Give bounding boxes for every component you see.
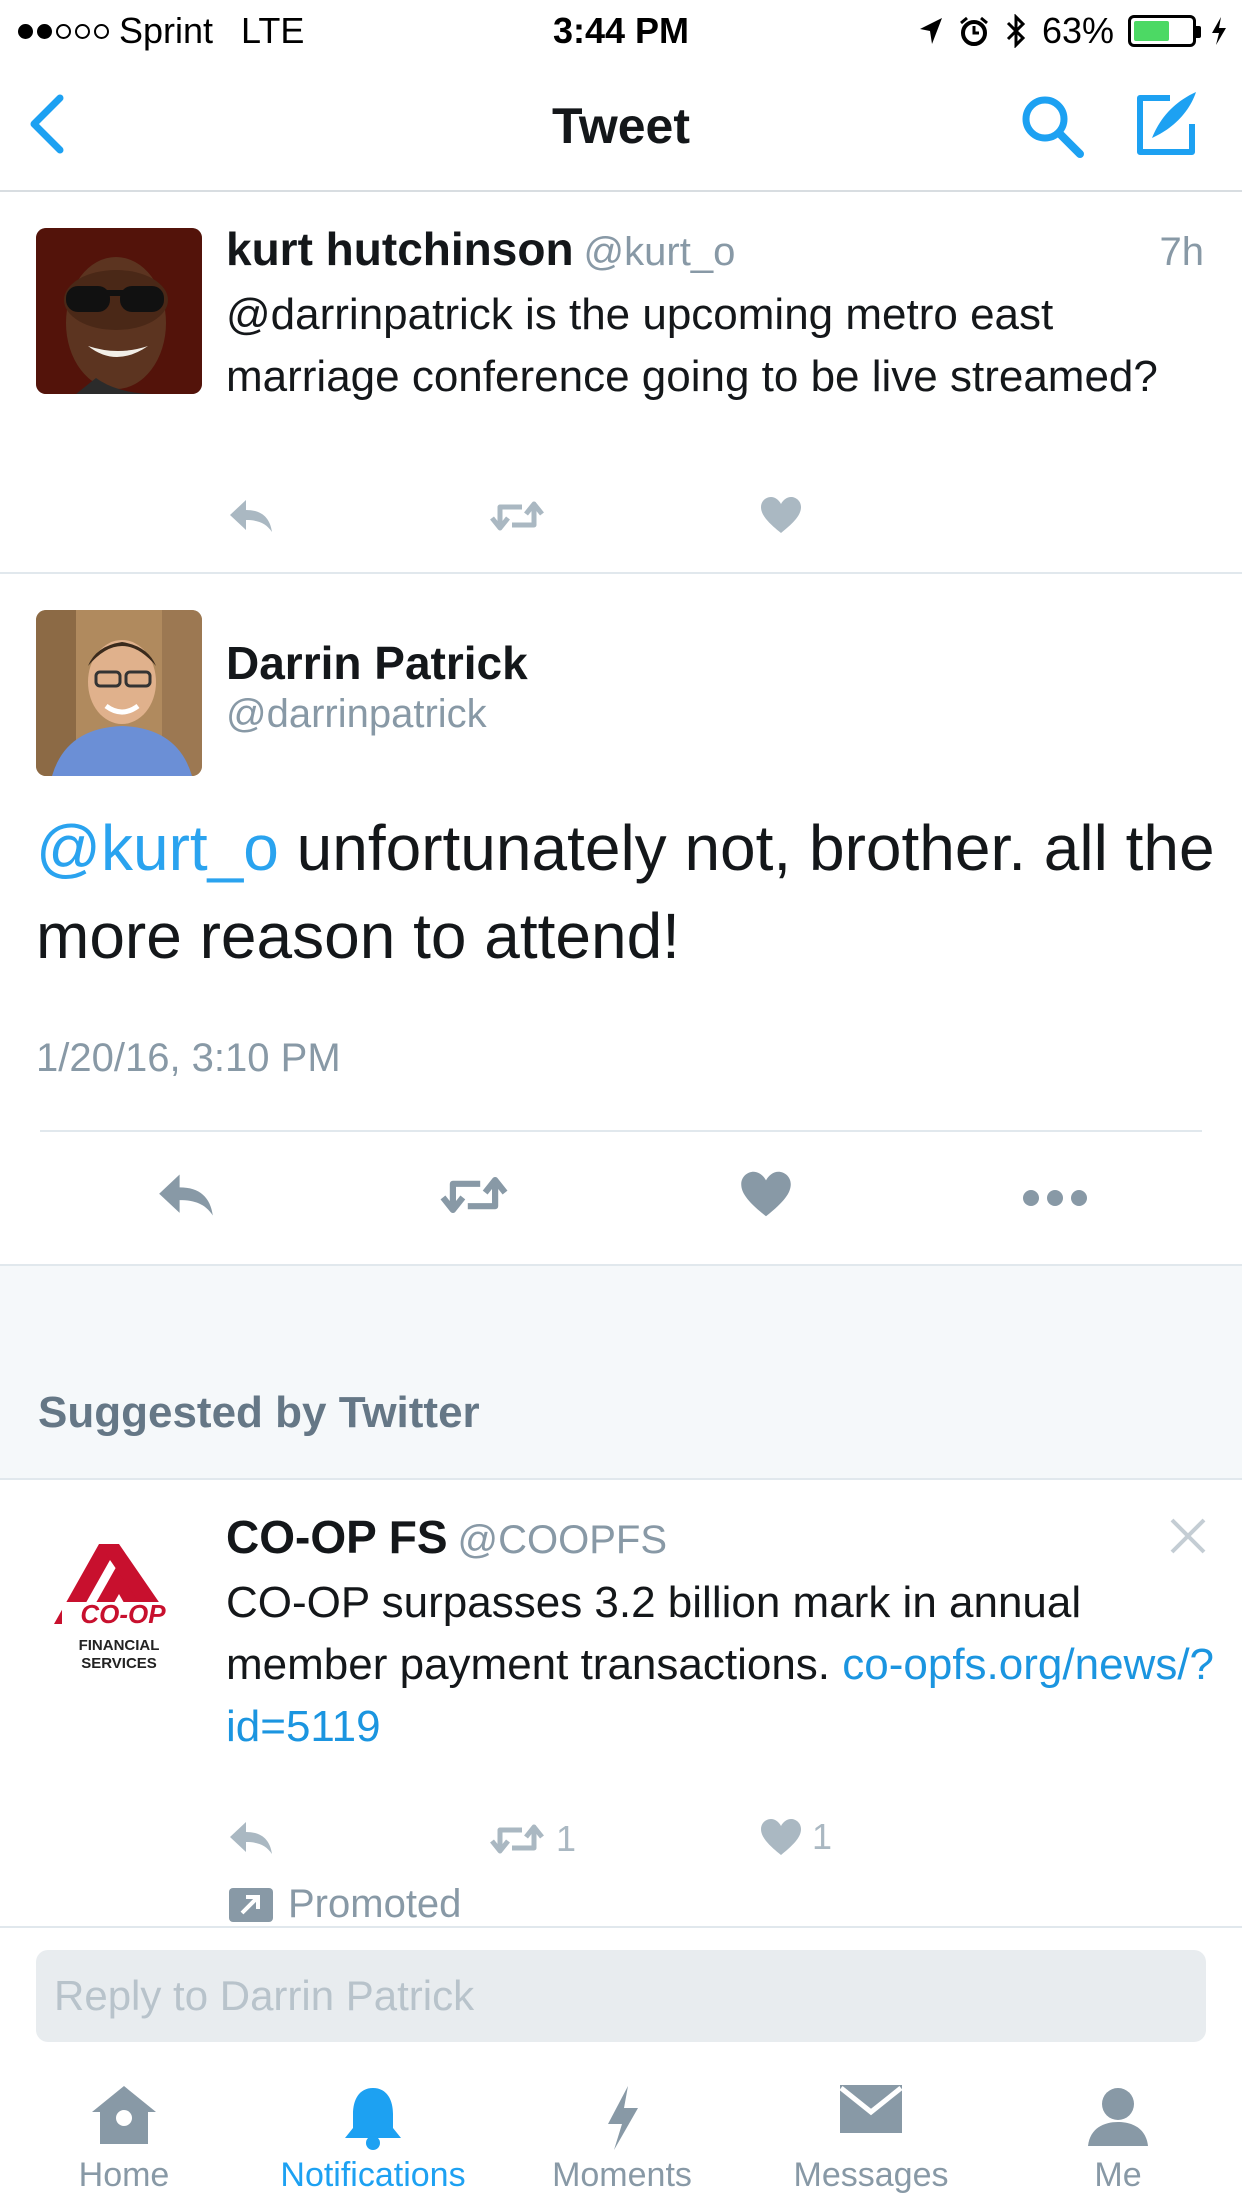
suggested-section-header: Suggested by Twitter (0, 1264, 1242, 1480)
reply-bar (0, 1926, 1242, 2046)
retweet-button[interactable]: 1 (488, 1818, 576, 1860)
promoted-badge: Promoted (228, 1882, 461, 1927)
battery-fill (1134, 21, 1170, 41)
tweet-text: CO-OP surpasses 3.2 billion mark in annu… (226, 1572, 1216, 1758)
like-icon (761, 1819, 801, 1855)
logo-subtext-1: FINANCIAL (79, 1637, 160, 1654)
retweet-icon (490, 1824, 544, 1854)
promoted-tweet[interactable]: CO-OP FINANCIAL SERVICES CO-OP FS @COOPFS… (0, 1480, 1242, 1926)
reply-input[interactable] (36, 1950, 1206, 2042)
reply-icon[interactable] (156, 1172, 216, 1218)
tweet-header: CO-OP FS @COOPFS (226, 1510, 667, 1564)
mention-link[interactable]: @kurt_o (36, 812, 279, 884)
reply-icon[interactable] (228, 498, 274, 534)
bluetooth-icon (1006, 14, 1026, 48)
like-count: 1 (812, 1816, 833, 1857)
compose-tweet-icon[interactable] (1130, 88, 1202, 160)
author-handle[interactable]: @kurt_o (584, 230, 736, 274)
like-button[interactable]: 1 (760, 1816, 832, 1858)
divider (40, 1130, 1202, 1132)
like-icon[interactable] (740, 1170, 792, 1218)
retweet-icon[interactable] (488, 498, 546, 534)
retweet-count: 1 (556, 1818, 577, 1859)
more-icon[interactable] (1022, 1188, 1088, 1208)
author-handle[interactable]: @darrinpatrick (226, 692, 487, 737)
tweet-text: @darrinpatrick is the upcoming metro eas… (226, 290, 1158, 401)
bell-icon (345, 2088, 401, 2150)
author-name[interactable]: kurt hutchinson (226, 223, 574, 275)
avatar[interactable] (36, 228, 202, 394)
nav-bar: Tweet (0, 62, 1242, 192)
tab-home[interactable]: Home (4, 2046, 244, 2208)
author-name[interactable]: CO-OP FS (226, 1511, 448, 1563)
promoted-label: Promoted (288, 1882, 462, 1926)
tab-messages[interactable]: Messages (751, 2046, 991, 2208)
coop-logo[interactable]: CO-OP FINANCIAL SERVICES (44, 1524, 194, 1674)
search-icon[interactable] (1018, 92, 1086, 160)
avatar[interactable] (36, 610, 202, 776)
lightning-icon (608, 2086, 638, 2150)
tweet-text: @kurt_o unfortunately not, brother. all … (36, 804, 1216, 980)
tab-bar: Home Notifications Moments Messages Me (0, 2046, 1242, 2208)
promoted-icon (229, 1887, 273, 1922)
reply-tweet[interactable]: kurt hutchinson @kurt_o 7h @darrinpatrick… (0, 192, 1242, 574)
retweet-icon[interactable] (438, 1172, 510, 1218)
status-right: 63% (918, 10, 1228, 52)
tab-label: Messages (793, 2156, 949, 2194)
battery-percent: 63% (1041, 10, 1114, 51)
tweet-header: kurt hutchinson @kurt_o (226, 222, 735, 276)
reply-icon[interactable] (228, 1820, 274, 1856)
tab-label: Notifications (280, 2156, 466, 2194)
suggested-title: Suggested by Twitter (38, 1388, 480, 1437)
battery-icon (1128, 15, 1201, 47)
envelope-icon (839, 2085, 903, 2133)
location-arrow-icon (919, 18, 942, 44)
tweet-timestamp: 1/20/16, 3:10 PM (36, 1036, 341, 1080)
alarm-icon (959, 16, 988, 46)
main-tweet: Darrin Patrick @darrinpatrick @kurt_o un… (0, 574, 1242, 1264)
person-icon (1088, 2088, 1148, 2146)
tweet-time: 7h (1159, 230, 1205, 274)
tab-moments[interactable]: Moments (502, 2046, 742, 2208)
author-handle[interactable]: @COOPFS (458, 1518, 668, 1562)
dismiss-icon[interactable] (1168, 1516, 1208, 1556)
tab-notifications[interactable]: Notifications (253, 2046, 493, 2208)
logo-subtext-2: SERVICES (81, 1655, 157, 1672)
home-icon (92, 2086, 156, 2144)
status-bar: Sprint LTE 3:44 PM 63% (0, 0, 1242, 62)
tab-label: Home (78, 2156, 170, 2194)
tab-label: Me (1094, 2156, 1142, 2194)
author-name[interactable]: Darrin Patrick (226, 636, 528, 690)
like-icon[interactable] (760, 496, 802, 534)
tab-label: Moments (552, 2156, 692, 2194)
tab-me[interactable]: Me (998, 2046, 1238, 2208)
logo-text: CO-OP (80, 1599, 166, 1629)
charging-bolt-icon (1212, 17, 1226, 45)
